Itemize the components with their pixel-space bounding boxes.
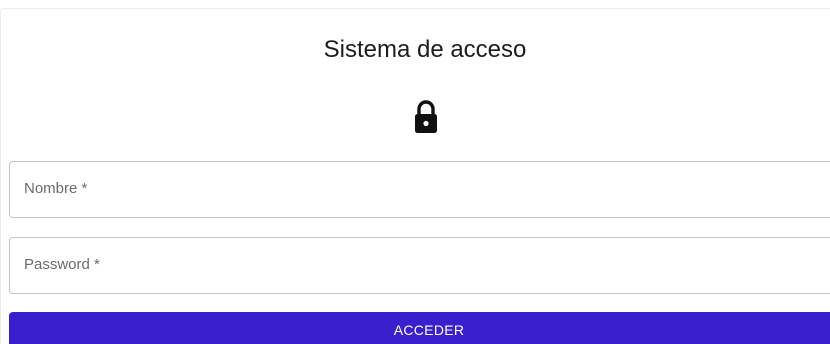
nombre-label: Nombre *: [24, 180, 88, 197]
acceder-button[interactable]: ACCEDER: [9, 312, 830, 344]
lock-icon: [413, 100, 439, 136]
password-field[interactable]: Password *: [9, 237, 830, 294]
nombre-field[interactable]: Nombre *: [9, 161, 830, 218]
password-label: Password *: [24, 256, 100, 273]
page-title: Sistema de acceso: [323, 36, 527, 63]
login-page: Sistema de acceso Nombre * Password * AC…: [0, 0, 830, 344]
